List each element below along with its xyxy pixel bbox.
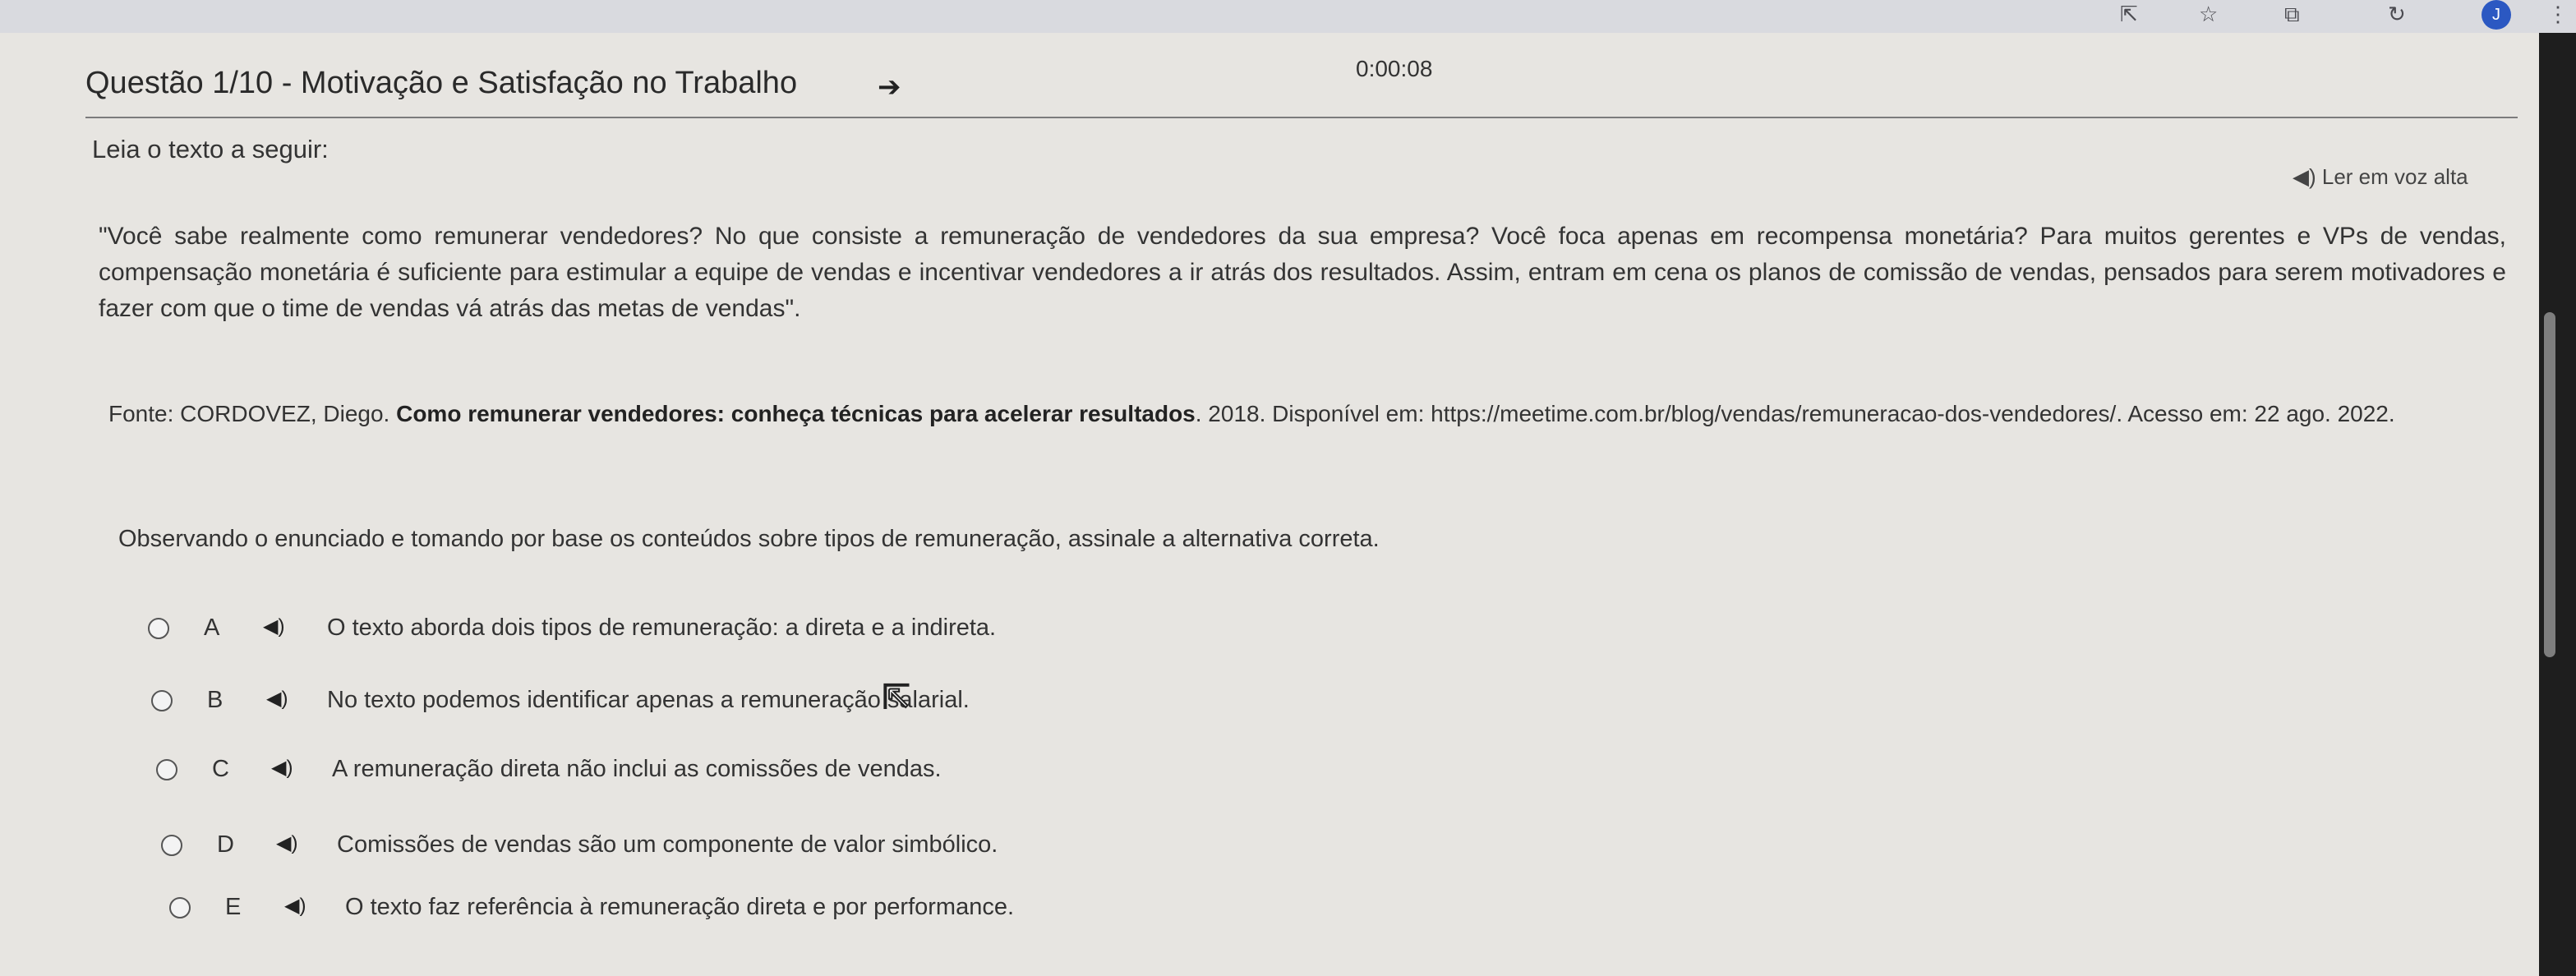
speaker-icon[interactable]: ◀): [263, 615, 284, 638]
option-letter: E: [225, 894, 242, 920]
quote-text: "Você sabe realmente como remunerar vend…: [99, 223, 2506, 322]
read-aloud-button[interactable]: ◀) Ler em voz alta: [2293, 164, 2468, 190]
browser-toolbar: ⇱ ☆ ⧉ ↻ J ⋮: [0, 0, 2576, 33]
radio-c[interactable]: [156, 759, 177, 780]
option-letter: D: [217, 831, 234, 858]
question-title: Questão 1/10 - Motivação e Satisfação no…: [85, 66, 798, 100]
timer: 0:00:08: [1356, 56, 1433, 81]
source-prefix: Fonte: CORDOVEZ, Diego.: [108, 401, 397, 426]
option-letter: C: [212, 756, 229, 782]
source-citation: Fonte: CORDOVEZ, Diego. Como remunerar v…: [108, 401, 2516, 427]
source-suffix: . 2018. Disponível em: https://meetime.c…: [1195, 401, 2395, 426]
extensions-icon[interactable]: ⧉: [2284, 2, 2300, 28]
history-icon[interactable]: ↻: [2388, 2, 2406, 27]
option-text: No texto podemos identificar apenas a re…: [327, 687, 970, 713]
title-divider: [85, 117, 2518, 118]
avatar[interactable]: J: [2482, 0, 2511, 30]
speaker-icon[interactable]: ◀): [276, 831, 297, 855]
option-text: A remuneração direta não inclui as comis…: [332, 756, 942, 782]
scrollbar-thumb[interactable]: [2544, 312, 2555, 657]
radio-b[interactable]: [151, 690, 173, 711]
option-text: Comissões de vendas são um componente de…: [337, 831, 998, 858]
share-icon[interactable]: ⇱: [2120, 2, 2138, 27]
speaker-icon[interactable]: ◀): [271, 756, 293, 780]
option-text: O texto faz referência à remuneração dir…: [345, 894, 1015, 920]
option-letter: B: [207, 687, 223, 713]
star-icon[interactable]: ☆: [2199, 2, 2218, 27]
radio-e[interactable]: [169, 897, 191, 918]
source-title: Como remunerar vendedores: conheça técni…: [396, 401, 1196, 426]
radio-d[interactable]: [161, 835, 182, 856]
option-letter: A: [204, 615, 220, 641]
question-prompt: Observando o enunciado e tomando por bas…: [118, 526, 1380, 552]
mouse-cursor-icon: ⇱: [882, 679, 910, 716]
lead-text: Leia o texto a seguir:: [92, 135, 329, 163]
speaker-icon[interactable]: ◀): [266, 687, 288, 711]
speaker-icon[interactable]: ◀): [284, 894, 306, 918]
option-text: O texto aborda dois tipos de remuneração…: [327, 615, 997, 641]
menu-icon[interactable]: ⋮: [2547, 2, 2569, 27]
radio-a[interactable]: [148, 618, 169, 639]
next-arrow-icon[interactable]: ➔: [878, 71, 901, 104]
